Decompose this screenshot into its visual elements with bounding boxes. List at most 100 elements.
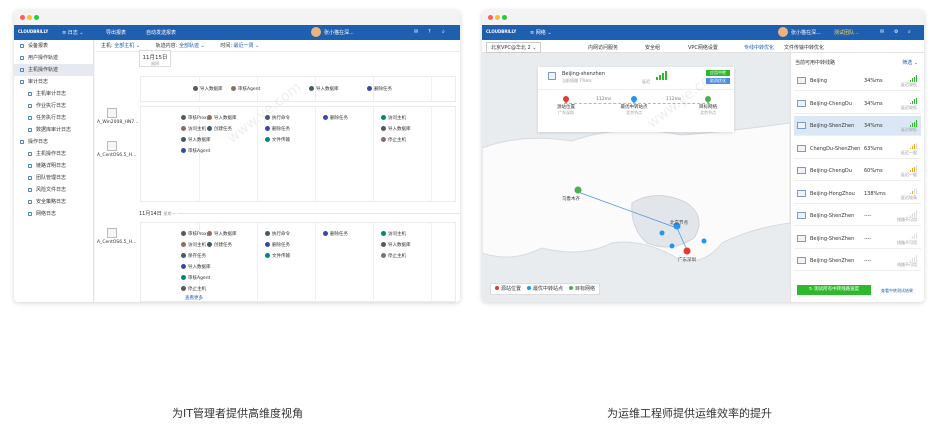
trail-event[interactable]: 导入数据库 [381,242,411,248]
sidebar-item[interactable]: 主机审计日志 [14,88,93,100]
trail-event[interactable]: 导入数据库 [181,264,211,270]
tab-item[interactable]: 安全组 [645,44,660,51]
minimize-dot[interactable] [27,15,32,20]
search-icon[interactable]: ⌕ [908,29,911,35]
test-result-link[interactable]: 查看中转测试结果 [881,288,913,294]
sidebar-item[interactable]: 安全策略日志 [14,196,93,208]
trail-event[interactable]: 审核Agent [181,148,210,154]
sidebar-item[interactable]: 主机操作日志 [14,148,93,160]
trail-event[interactable]: 访问主机 [181,242,206,248]
host-name[interactable]: A_Win2008_HN7... [97,120,138,125]
trail-event[interactable]: 停止主机 [381,137,406,143]
trail-event[interactable]: 审核Proxy [181,231,209,237]
maximize-dot[interactable] [502,15,507,20]
sidebar-item[interactable]: 数据库审计日志 [14,124,93,136]
minimize-dot[interactable] [495,15,500,20]
trail-event[interactable]: 导入数据库 [193,86,223,92]
route-node[interactable]: 源站位置 广东深圳 [546,94,586,116]
avatar[interactable] [778,27,788,37]
trail-event[interactable]: 访问主机 [381,115,406,121]
host-name[interactable]: A_CentOS6.5_H... [97,240,136,245]
tab-item[interactable]: 文件传输中转优化 [784,44,824,51]
route-row[interactable]: Beijing-ChengDu 34%ms 延迟较低 [794,94,921,114]
filter-dropdown[interactable]: 筛选 ⌄ [902,59,918,66]
route-row[interactable]: Beijing-HongZhou 138%ms 延迟较高 [794,184,921,204]
export-report-button[interactable]: 导出报表 [106,29,126,36]
sidebar-item[interactable]: 链路详明日志 [14,160,93,172]
route-row[interactable]: ChengDu-ShenZhen 63%ms 延迟一般 [794,139,921,159]
trail-event[interactable]: 删除任务 [367,86,392,92]
route-latency: 138%ms [864,190,886,197]
sidebar-item[interactable]: 用户操作轨迹 [14,52,93,64]
avatar[interactable] [311,27,321,37]
route-row[interactable]: Beijing 34%ms 延迟较低 [794,71,921,91]
trail-event[interactable]: 审核Proxy [181,115,209,121]
trail-event[interactable]: 文件传输 [265,253,290,259]
trail-event[interactable]: 访问主机 [381,231,406,237]
close-dot[interactable] [488,15,493,20]
vpc-select[interactable]: 北京VPC@华北 2 ⌄ [486,42,542,53]
sidebar-item[interactable]: 团队管理日志 [14,172,93,184]
track-filter-select[interactable]: 全部轨迹 ⌄ [179,43,205,49]
trail-event[interactable]: 导入数据库 [207,231,237,237]
route-row[interactable]: Beijing-ShenZhen ---- 线路不可用 [794,229,921,249]
show-more-link[interactable]: 查看更多 [185,295,203,301]
trail-event[interactable]: 访问主机 [181,126,206,132]
maximize-dot[interactable] [34,15,39,20]
relay-pin[interactable] [701,238,707,244]
trail-event[interactable]: 删除任务 [265,242,290,248]
search-icon[interactable]: ⌕ [442,29,445,35]
trail-event[interactable]: 删除任务 [323,115,348,121]
host-filter-select[interactable]: 全部主机 ⌄ [114,43,140,49]
close-dot[interactable] [20,15,25,20]
test-all-routes-button[interactable]: ↻ 测试所有中转线路速度 [797,285,871,295]
trail-event[interactable]: 导入数据库 [381,126,411,132]
auto-send-report-button[interactable]: 自动发送报表 [146,29,176,36]
tab-item[interactable]: 内网访问服务 [588,44,618,51]
signal-icon [901,187,917,195]
sidebar-item[interactable]: 设备报表 [14,40,93,52]
relay-pin[interactable] [659,230,665,236]
mail-icon[interactable]: ✉ [414,29,418,35]
module-menu[interactable]: ≡ 网络 ⌄ [530,29,552,36]
route-row[interactable]: Beijing-ShenZhen 34%ms 延迟较低 [794,116,921,136]
trail-event[interactable]: 审核Agent [231,86,260,92]
relay-pin[interactable] [669,243,675,249]
sidebar-item[interactable]: 审计日志 [14,76,93,88]
user-name[interactable]: 张小猫在深... [791,29,821,36]
trail-event[interactable]: 文件传输 [265,137,290,143]
time-filter-select[interactable]: 最近一周 ⌄ [234,43,260,49]
trail-event[interactable]: 创建任务 [207,242,232,248]
origin-pin[interactable] [574,186,582,194]
trail-event[interactable]: 停止主机 [181,286,206,292]
team-switch[interactable]: 测试团队... [834,29,859,36]
host-name[interactable]: A_CentOS6.5_H... [97,153,136,158]
destination-pin[interactable] [683,247,691,255]
trail-event[interactable]: 删除任务 [265,126,290,132]
trail-event[interactable]: 停止主机 [381,253,406,259]
route-row[interactable]: Beijing-ShenZhen ---- 线路不可用 [794,206,921,226]
sidebar-item[interactable]: 任务执行日志 [14,112,93,124]
trail-event[interactable]: 审核Agent [181,275,210,281]
module-menu[interactable]: ≡ 日志 ⌄ [62,29,84,36]
settings-icon[interactable]: ⚙ [894,29,898,35]
trail-event[interactable]: 导入数据库 [207,115,237,121]
help-icon[interactable]: ? [428,29,431,35]
trail-event[interactable]: 导入数据库 [309,86,339,92]
sidebar-item[interactable]: 操作日志 [14,136,93,148]
date-divider: 11月14日 星期一 [139,210,460,217]
route-node[interactable]: 最优中转站点 北京节点 [614,94,654,116]
trail-event[interactable]: 执行命令 [265,231,290,237]
sidebar-item[interactable]: 风险文件日志 [14,184,93,196]
trail-event[interactable]: 删除任务 [323,231,348,237]
route-row[interactable]: Beijing-ShenZhen ---- 线路不可用 [794,251,921,271]
trail-event[interactable]: 保存任务 [181,253,206,259]
sidebar-item[interactable]: 主机操作轨迹 [14,64,93,76]
sidebar-item[interactable]: 网络日志 [14,208,93,220]
mail-icon[interactable]: ✉ [880,29,884,35]
route-row[interactable]: Beijing-ChengDu 60%ms 延迟一般 [794,161,921,181]
user-name[interactable]: 张小猫在深... [324,29,354,36]
sidebar-item[interactable]: 作业执行日志 [14,100,93,112]
trail-event[interactable]: 导入数据库 [181,137,211,143]
tab-item[interactable]: VPC网络设置 [688,44,718,51]
